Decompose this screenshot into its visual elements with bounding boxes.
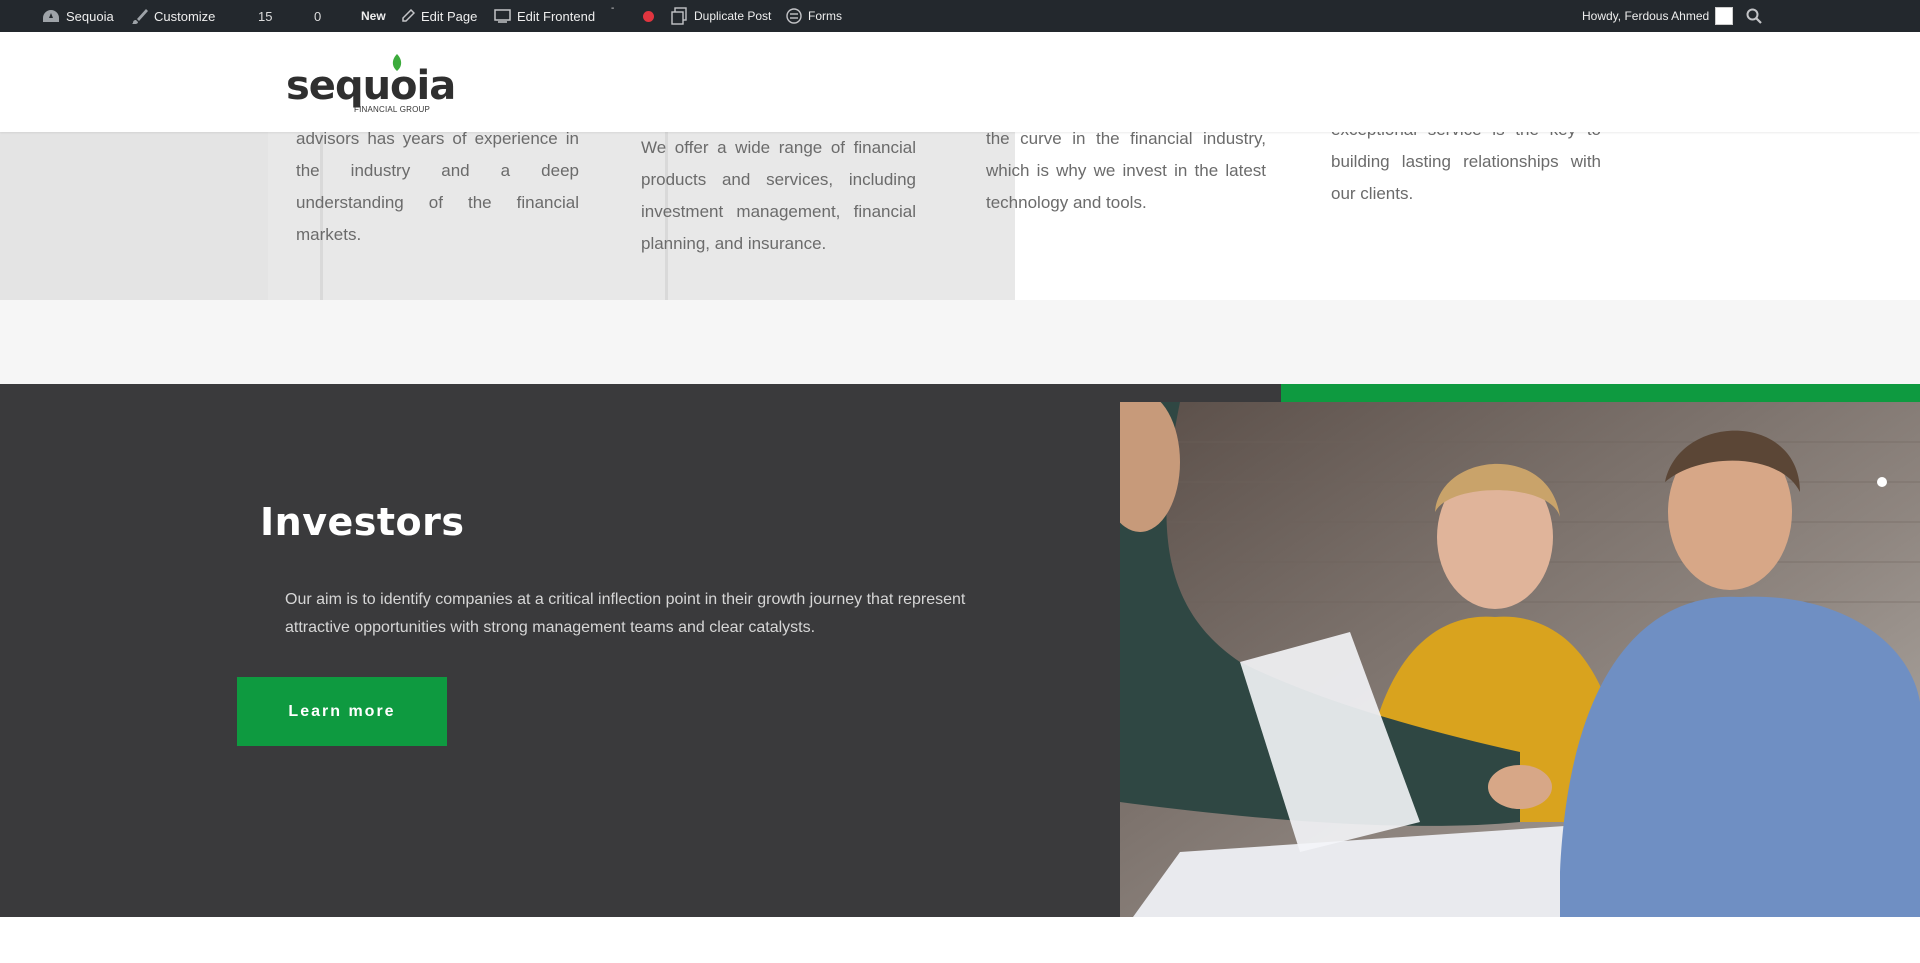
admin-duplicate-post-link[interactable]: Duplicate Post — [670, 0, 771, 32]
brush-icon — [132, 8, 148, 24]
admin-howdy-label: Howdy, Ferdous Ahmed — [1582, 9, 1710, 23]
features-section — [0, 132, 1920, 300]
feature-text-technology: the curve in the financial industry, whi… — [986, 129, 1266, 212]
admin-edit-page-link[interactable]: Edit Page — [401, 0, 477, 32]
updates-count[interactable]: 15 — [258, 0, 272, 32]
admin-edit-frontend-label: Edit Frontend — [517, 8, 596, 24]
investors-description: Our aim is to identify companies at a cr… — [285, 591, 966, 636]
admin-customize-link[interactable]: Customize — [131, 0, 215, 32]
learn-more-button[interactable]: Learn more — [237, 677, 447, 746]
feature-text-experience: advisors has years of experience in the … — [296, 129, 579, 244]
duplicate-icon — [671, 7, 687, 25]
site-header: sequoia FINANCIAL GROUP — [0, 32, 1920, 132]
admin-account-menu[interactable]: Howdy, Ferdous Ahmed — [1582, 0, 1734, 32]
admin-duplicate-post-label: Duplicate Post — [694, 9, 772, 23]
features-right-bg — [1653, 132, 1920, 300]
admin-site-link[interactable]: Sequoia — [42, 0, 114, 32]
accent-bar — [1281, 384, 1920, 402]
slider-dot[interactable] — [1877, 477, 1887, 487]
comments-count[interactable]: 0 — [314, 0, 321, 32]
logo-subtitle: FINANCIAL GROUP — [354, 105, 431, 114]
page-bottom — [0, 917, 1920, 963]
admin-new-link[interactable]: New — [361, 0, 386, 32]
features-left-bg — [0, 132, 268, 300]
leaf-icon — [392, 54, 402, 71]
investors-title: Investors — [260, 500, 465, 544]
admin-dash-mark: - — [611, 2, 615, 14]
admin-forms-link[interactable]: Forms — [786, 0, 842, 32]
admin-edit-page-label: Edit Page — [421, 8, 478, 24]
handshake-photo — [1120, 402, 1920, 935]
photo-illustration — [1120, 402, 1920, 935]
feature-text-products: We offer a wide range of financial produ… — [641, 138, 916, 253]
logo-wordmark: sequoia — [286, 63, 456, 109]
avatar — [1715, 7, 1734, 25]
admin-bar: Sequoia Customize 15 0 New Edit Page Edi… — [0, 0, 1920, 32]
search-icon — [1746, 8, 1762, 24]
forms-icon — [786, 8, 802, 24]
pencil-icon — [402, 9, 415, 22]
dashboard-icon — [43, 10, 59, 22]
status-dot-icon — [643, 11, 654, 22]
site-logo[interactable]: sequoia FINANCIAL GROUP — [286, 54, 456, 116]
admin-customize-label: Customize — [154, 8, 216, 24]
frontend-icon — [494, 9, 511, 23]
admin-site-name: Sequoia — [66, 8, 114, 24]
admin-search-button[interactable] — [1746, 0, 1762, 32]
admin-edit-frontend-link[interactable]: Edit Frontend — [494, 0, 595, 32]
section-spacer — [0, 300, 1920, 384]
admin-forms-label: Forms — [808, 9, 842, 23]
